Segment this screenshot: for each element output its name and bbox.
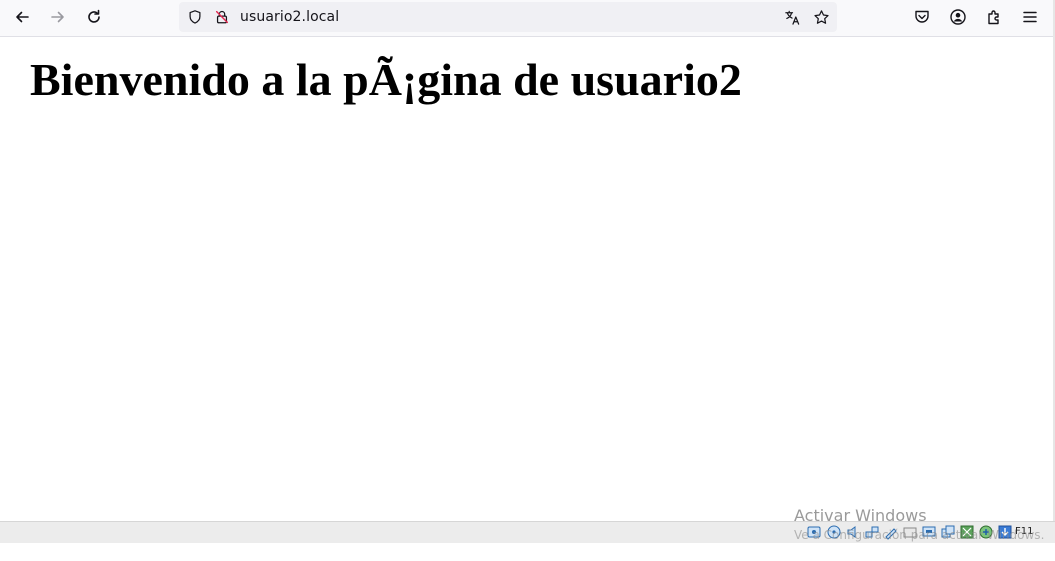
- arrow-right-icon: [51, 11, 64, 23]
- extensions-button[interactable]: [980, 4, 1008, 30]
- menu-icon: [1023, 11, 1037, 23]
- menu-button[interactable]: [1016, 4, 1044, 30]
- activation-watermark-subtitle: Ve a Configuración para activar Windows.: [794, 528, 1045, 542]
- back-button[interactable]: [8, 4, 36, 30]
- pocket-icon: [915, 10, 929, 23]
- browser-window: usuario2.local Bienvenido a la pÃ¡gina d…: [0, 0, 1055, 561]
- activation-watermark-title: Activar Windows: [794, 506, 927, 525]
- url-text[interactable]: usuario2.local: [240, 9, 339, 25]
- shield-icon[interactable]: [186, 8, 204, 26]
- browser-toolbar: usuario2.local: [0, 0, 1055, 37]
- insecure-lock-icon[interactable]: [213, 8, 231, 26]
- extensions-icon: [988, 10, 999, 25]
- account-button[interactable]: [944, 4, 972, 30]
- bookmark-star-icon[interactable]: [812, 8, 830, 26]
- arrow-left-icon: [16, 11, 29, 23]
- reload-button[interactable]: [80, 4, 108, 30]
- pocket-button[interactable]: [908, 4, 936, 30]
- reload-icon: [88, 9, 100, 23]
- page-content: Bienvenido a la pÃ¡gina de usuario2: [0, 37, 1055, 521]
- url-bar[interactable]: usuario2.local: [179, 2, 837, 32]
- account-icon: [950, 9, 966, 25]
- translate-icon[interactable]: [783, 8, 801, 26]
- forward-button[interactable]: [44, 4, 72, 30]
- page-heading: Bienvenido a la pÃ¡gina de usuario2: [30, 54, 742, 105]
- bottom-strip: [0, 543, 1055, 561]
